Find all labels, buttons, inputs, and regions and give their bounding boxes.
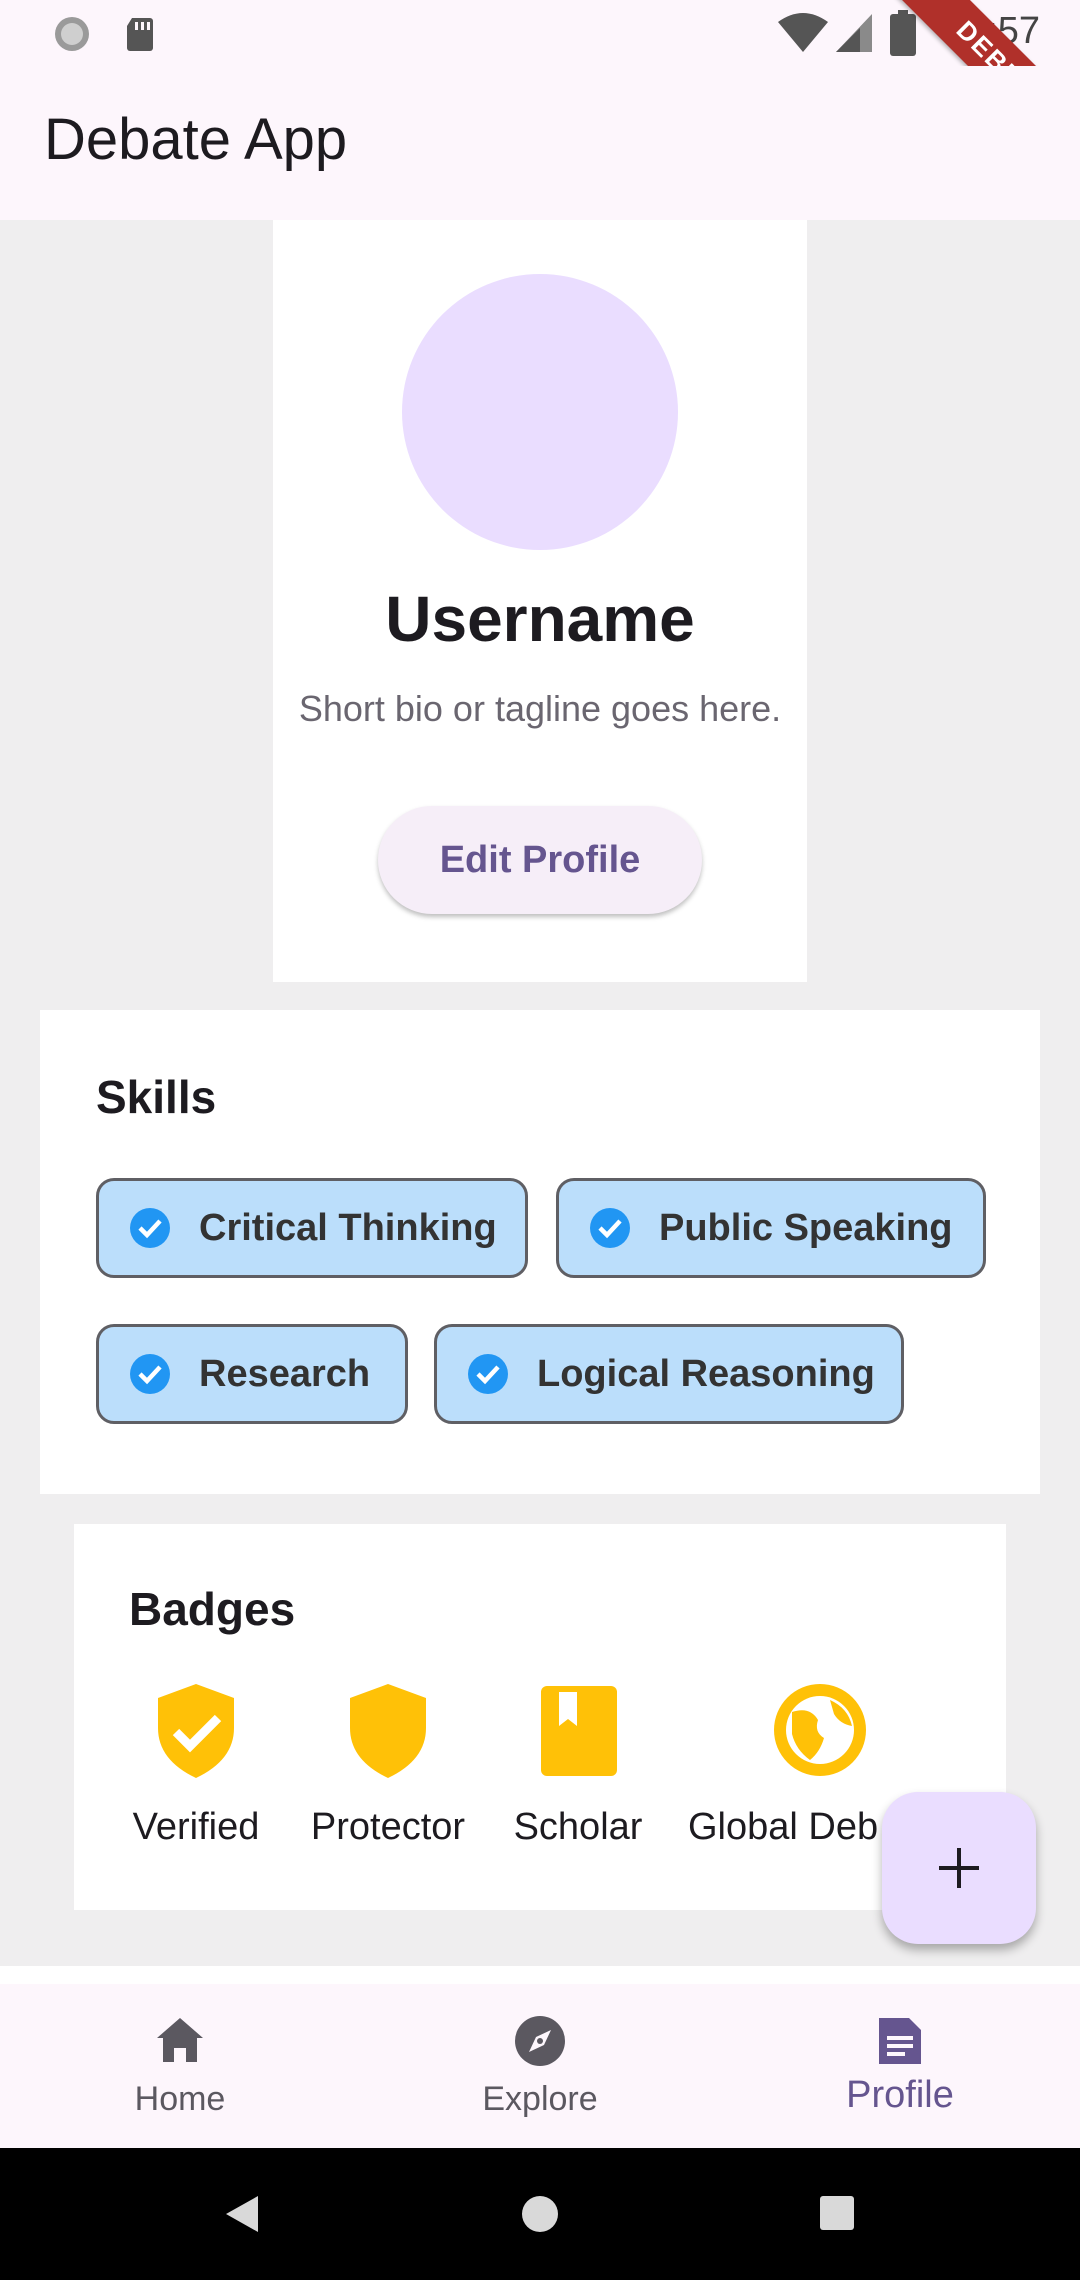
wifi-icon [778,13,828,52]
back-icon[interactable] [222,2192,262,2236]
check-circle-icon [468,1354,508,1394]
badge-label: Verified [132,1806,260,1848]
badge-label: Global Deb [688,1806,879,1848]
skill-label: Research [199,1352,371,1395]
badge-label: Protector [310,1806,466,1848]
nav-label-home: Home [134,2080,226,2118]
nav-item-profile[interactable]: Profile [720,1984,1080,2148]
globe-icon [774,1684,866,1776]
verified-shield-icon [158,1684,234,1778]
badges-title: Badges [129,1583,296,1635]
skill-chip-research[interactable]: Research [96,1324,408,1424]
skills-title: Skills [96,1071,217,1123]
compass-icon [515,2016,565,2066]
skill-label: Logical Reasoning [537,1352,875,1395]
cell-signal-icon [836,14,872,52]
app-title: Debate App [44,107,348,172]
avatar[interactable] [402,274,678,550]
check-circle-icon [130,1208,170,1248]
skills-card: Skills Critical Thinking Public Speaking… [40,1010,1040,1494]
nav-item-home[interactable]: Home [0,1984,360,2148]
nav-label-explore: Explore [482,2080,598,2118]
app-bar: Debate App [0,66,1080,220]
sd-card-icon [127,18,153,51]
skill-chip-critical-thinking[interactable]: Critical Thinking [96,1178,528,1278]
badge-label: Scholar [513,1806,643,1848]
nav-divider [0,1966,1080,1984]
system-nav-bar [0,2148,1080,2280]
add-icon [939,1848,979,1888]
badges-card: Badges Verified Protector Scholar Global… [74,1524,1006,1910]
check-circle-icon [130,1354,170,1394]
username: Username [385,583,695,655]
home-circle-icon[interactable] [520,2194,560,2234]
check-circle-icon [590,1208,630,1248]
bottom-nav: Home Explore Profile [0,1984,1080,2148]
sync-icon [55,17,89,51]
skill-label: Public Speaking [659,1206,953,1249]
nav-label-profile: Profile [846,2074,954,2116]
recents-icon[interactable] [818,2194,856,2232]
home-icon [157,2018,203,2062]
book-icon [541,1686,617,1776]
article-icon [879,2018,921,2064]
nav-item-explore[interactable]: Explore [360,1984,720,2148]
skill-chip-public-speaking[interactable]: Public Speaking [556,1178,986,1278]
skill-label: Critical Thinking [199,1206,497,1249]
edit-profile-button[interactable]: Edit Profile [378,806,702,914]
shield-icon [350,1684,426,1778]
bio: Short bio or tagline goes here. [298,688,782,729]
add-fab-button[interactable] [882,1792,1036,1944]
skill-chip-logical-reasoning[interactable]: Logical Reasoning [434,1324,904,1424]
